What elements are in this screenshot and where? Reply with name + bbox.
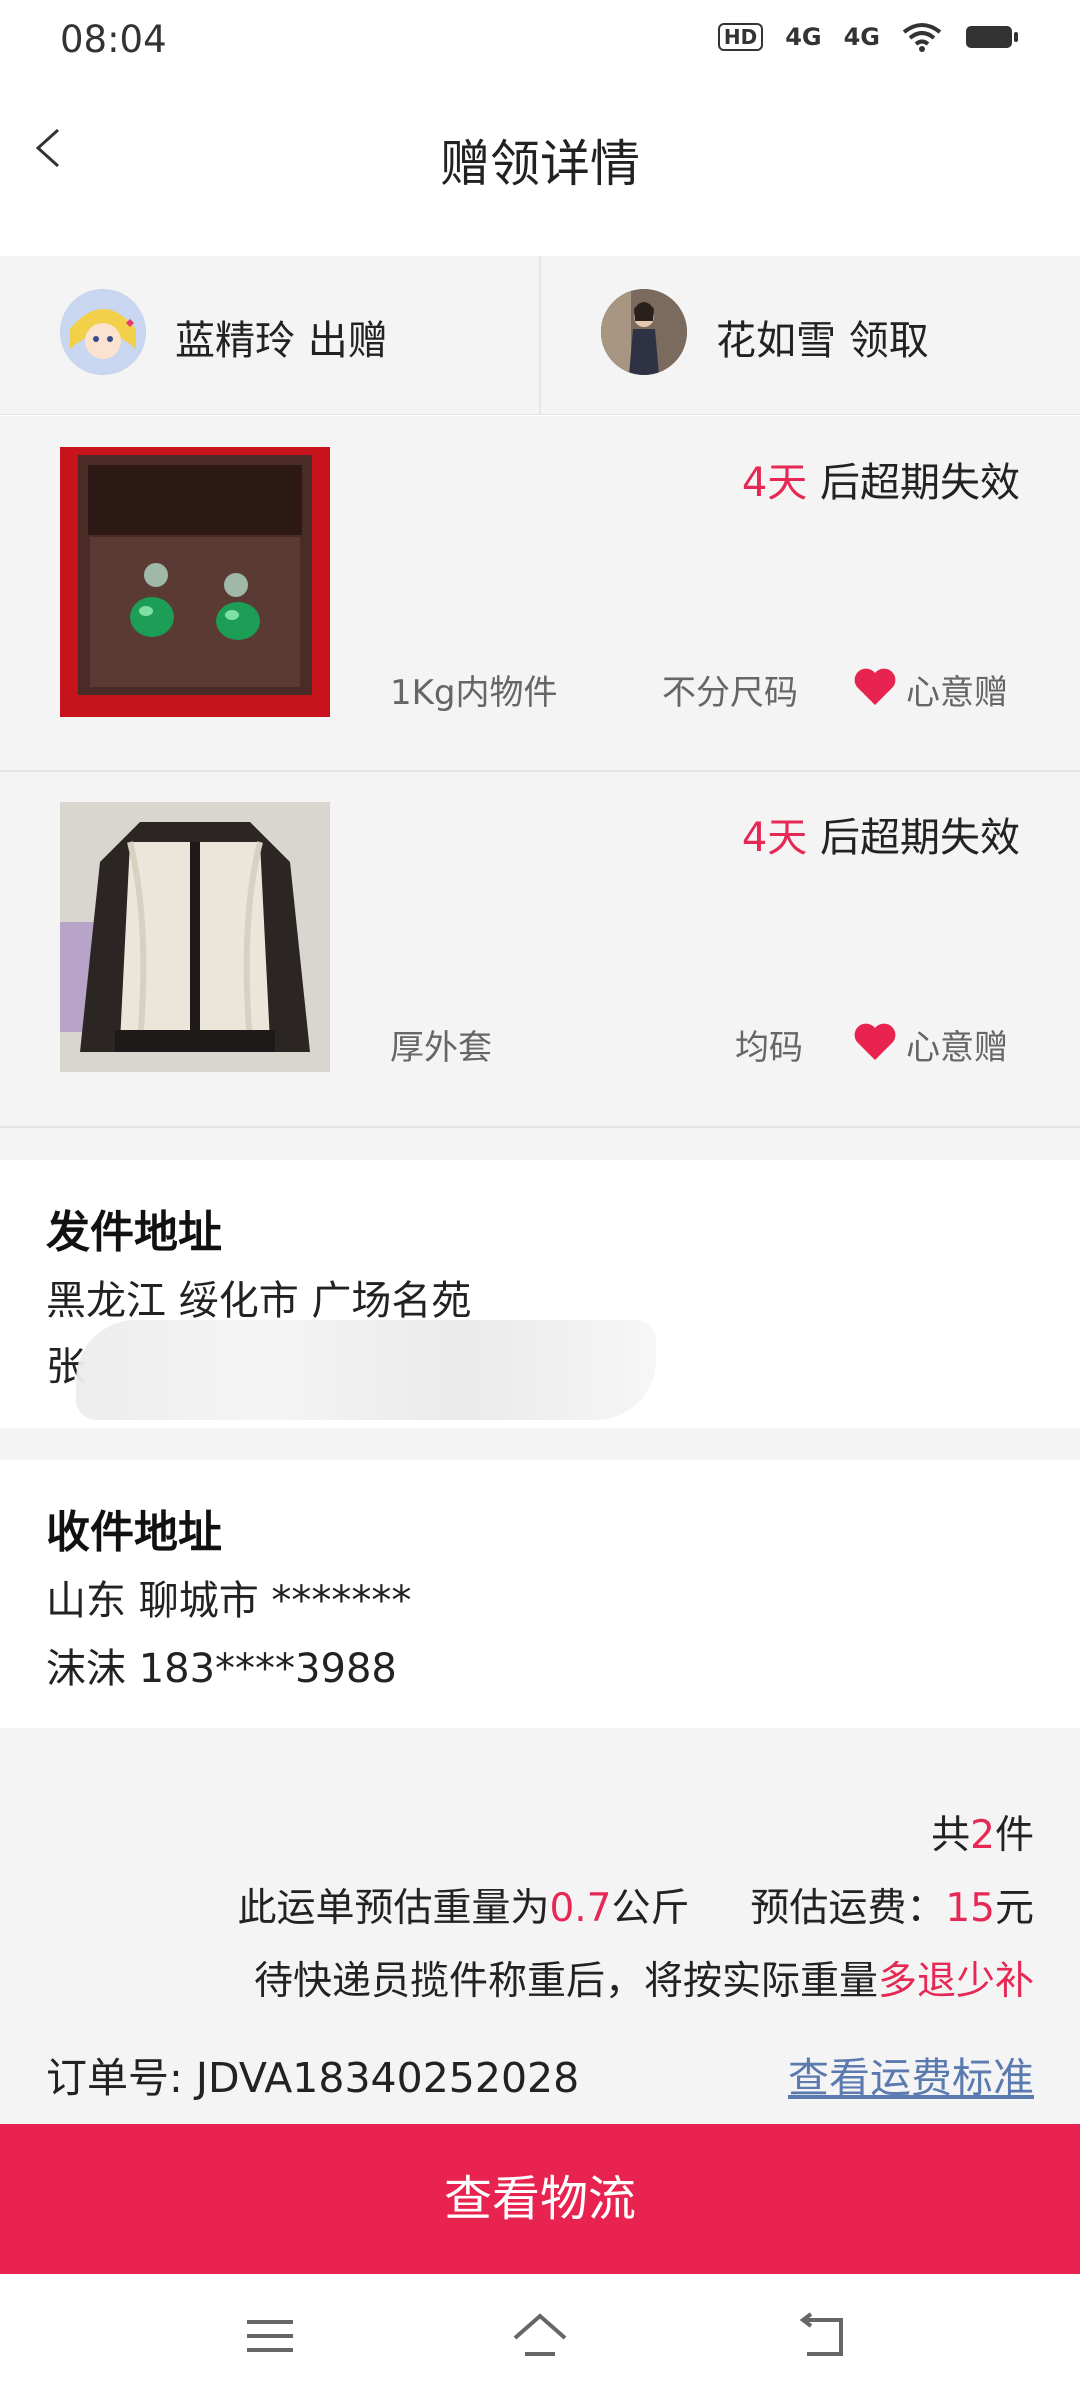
item-count-prefix: 共 <box>931 1813 971 1858</box>
page-title: 赠领详情 <box>440 135 640 193</box>
item-2-expire-days: 4天 <box>741 815 808 861</box>
weight-prefix: 此运单预估重量为 <box>237 1886 550 1931</box>
wifi-icon <box>902 23 942 52</box>
home-icon[interactable] <box>513 2310 567 2364</box>
weight-and-fee: 此运单预估重量为0.7公斤 预估运费：15元 <box>237 1877 1034 1933</box>
item-2-gift-type: 心意赠 <box>906 1028 1008 1068</box>
status-icons: HD 4G 4G <box>717 22 1020 52</box>
status-time: 08:04 <box>60 18 167 61</box>
weighing-note: 待快递员揽件称重后，将按实际重量多退少补 <box>254 1950 1034 2006</box>
back-icon[interactable] <box>797 2310 851 2364</box>
order-number: 订单号: JDVA18340252028 <box>46 2044 579 2104</box>
order-label: 订单号: <box>46 2054 183 2102</box>
note-highlight: 多退少补 <box>877 1959 1034 2004</box>
weight-value: 0.7 <box>549 1886 612 1931</box>
item-count: 共2件 <box>931 1804 1034 1860</box>
signal-4g-icon: 4G <box>843 23 880 51</box>
item-2-expire-suffix: 后超期失效 <box>807 815 1020 861</box>
item-count-value: 2 <box>970 1813 995 1858</box>
giver-avatar[interactable] <box>60 289 146 375</box>
item-photo-earrings[interactable] <box>60 447 330 717</box>
view-logistics-button[interactable]: 查看物流 <box>0 2124 1080 2274</box>
item-2-expire: 4天 后超期失效 <box>742 805 1020 863</box>
giver-label: 蓝精玲 出赠 <box>175 318 388 364</box>
fee-standard-link[interactable]: 查看运费标准 <box>788 2044 1034 2104</box>
send-address-title: 发件地址 <box>46 1207 222 1258</box>
fee-value: 15 <box>945 1886 995 1931</box>
item-2-size: 均码 <box>735 1028 803 1068</box>
receive-address-line2: 沫沫 183****3988 <box>46 1646 397 1692</box>
receive-address-line1: 山东 聊城市 ******* <box>46 1578 412 1624</box>
fee-unit: 元 <box>994 1886 1034 1931</box>
item-1-gift-type: 心意赠 <box>906 673 1008 713</box>
section-gap <box>0 1128 1080 1160</box>
privacy-blur <box>76 1320 656 1420</box>
battery-icon <box>966 26 1018 48</box>
item-1-expire: 4天 后超期失效 <box>742 450 1020 508</box>
weight-unit: 公斤 <box>611 1886 690 1931</box>
item-photo-coat[interactable] <box>60 802 330 1072</box>
heart-icon <box>854 1023 896 1060</box>
section-gap <box>0 1428 1080 1460</box>
menu-icon[interactable] <box>243 2310 297 2364</box>
hd-icon: HD <box>717 23 764 51</box>
item-count-suffix: 件 <box>994 1813 1034 1858</box>
fee-prefix: 预估运费： <box>750 1886 946 1931</box>
item-1-expire-days: 4天 <box>741 460 808 506</box>
item-1-weight: 1Kg内物件 <box>390 673 558 713</box>
signal-4g-icon: 4G <box>785 23 822 51</box>
item-1-expire-suffix: 后超期失效 <box>807 460 1020 506</box>
receiver-avatar[interactable] <box>601 289 687 375</box>
send-address-line1: 黑龙江 绥化市 广场名苑 <box>46 1278 472 1324</box>
item-2-weight: 厚外套 <box>390 1028 492 1068</box>
users-divider <box>539 256 541 414</box>
item-1-size: 不分尺码 <box>662 673 798 713</box>
order-value: JDVA18340252028 <box>195 2054 580 2102</box>
receive-address-title: 收件地址 <box>46 1507 222 1558</box>
note-prefix: 待快递员揽件称重后，将按实际重量 <box>253 1959 878 2004</box>
heart-icon <box>854 668 896 705</box>
receiver-label: 花如雪 领取 <box>716 318 929 364</box>
